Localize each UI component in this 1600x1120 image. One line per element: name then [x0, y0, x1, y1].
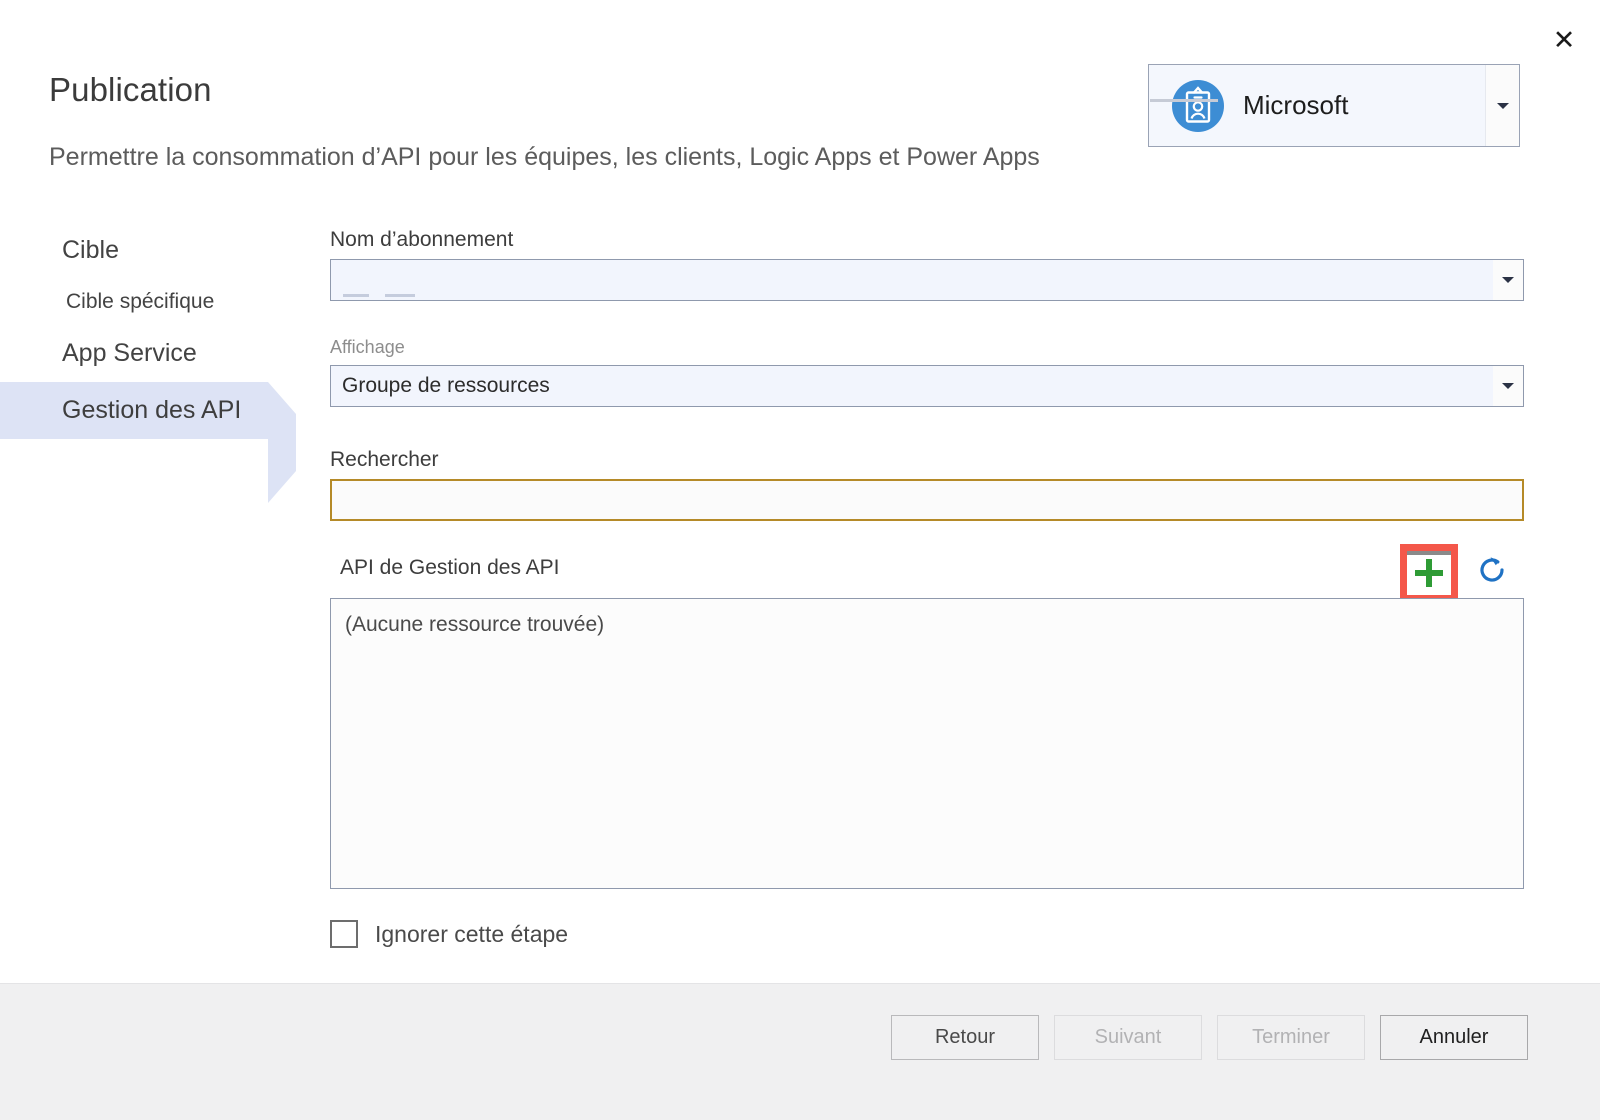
- display-dropdown-arrow[interactable]: [1493, 366, 1523, 406]
- skip-step-row: Ignorer cette étape: [330, 890, 630, 948]
- page-title: Publication: [49, 71, 212, 108]
- sidebar-item-label: Cible: [62, 236, 119, 264]
- account-badge-icon: [1169, 77, 1227, 135]
- skip-step-label: Ignorer cette étape: [375, 920, 569, 947]
- display-label: Affichage: [330, 337, 405, 357]
- sidebar-item-label: App Service: [62, 339, 197, 367]
- sidebar-item-gestion-des-api[interactable]: Gestion des API: [0, 382, 296, 503]
- subscription-field-group: Nom d’abonnement: [330, 228, 1524, 301]
- subscription-label: Nom d’abonnement: [330, 228, 514, 251]
- sidebar-item-app-service[interactable]: App Service: [0, 325, 320, 382]
- subscription-dropdown[interactable]: [330, 259, 1524, 301]
- display-dropdown[interactable]: Groupe de ressources: [330, 365, 1524, 407]
- chevron-down-icon: [1496, 102, 1509, 109]
- display-field-group: Affichage Groupe de ressources: [330, 337, 1524, 407]
- page-subtitle: Permettre la consommation d’API pour les…: [49, 143, 1040, 171]
- close-icon[interactable]: ✕: [1544, 20, 1584, 60]
- refresh-button[interactable]: [1474, 552, 1510, 588]
- next-button: Suivant: [1054, 1015, 1202, 1060]
- account-email-redaction: [1150, 99, 1218, 102]
- account-name: Microsoft: [1243, 90, 1349, 120]
- refresh-icon: [1480, 557, 1504, 582]
- resource-list-label: API de Gestion des API: [340, 556, 560, 579]
- finish-button: Terminer: [1217, 1015, 1365, 1060]
- footer-button-group: Retour Suivant Terminer Annuler: [891, 1015, 1528, 1060]
- chevron-down-icon: [1502, 383, 1514, 389]
- search-field-group: Rechercher: [330, 448, 1524, 521]
- search-label: Rechercher: [330, 448, 439, 471]
- resource-list-empty-text: (Aucune ressource trouvée): [345, 613, 605, 636]
- subscription-dropdown-arrow[interactable]: [1493, 260, 1523, 300]
- chevron-down-icon: [1502, 277, 1514, 283]
- account-dropdown-arrow[interactable]: [1485, 65, 1519, 146]
- resource-list-box[interactable]: (Aucune ressource trouvée): [330, 598, 1524, 889]
- sidebar-item-label: Cible spécifique: [66, 290, 215, 313]
- plus-icon: [1415, 559, 1443, 587]
- display-value: Groupe de ressources: [342, 374, 550, 397]
- subscription-value-redaction: [343, 294, 415, 297]
- checkbox-box-icon: [330, 920, 358, 948]
- sidebar-item-label: Gestion des API: [62, 396, 242, 424]
- back-button[interactable]: Retour: [891, 1015, 1039, 1060]
- add-api-button[interactable]: [1400, 544, 1458, 602]
- account-picker[interactable]: Microsoft: [1148, 64, 1520, 147]
- dialog-footer: Retour Suivant Terminer Annuler: [0, 983, 1600, 1120]
- skip-step-checkbox[interactable]: Ignorer cette étape: [330, 920, 630, 948]
- search-input[interactable]: [330, 479, 1524, 521]
- list-toolbar: API de Gestion des API: [330, 540, 1524, 602]
- publish-dialog: ✕ Publication Permettre la consommation …: [0, 0, 1600, 1120]
- cancel-button[interactable]: Annuler: [1380, 1015, 1528, 1060]
- wizard-step-nav: Cible Cible spécifique App Service Gesti…: [0, 222, 320, 503]
- sidebar-item-cible-specifique[interactable]: Cible spécifique: [0, 279, 320, 325]
- sidebar-item-cible[interactable]: Cible: [0, 222, 320, 279]
